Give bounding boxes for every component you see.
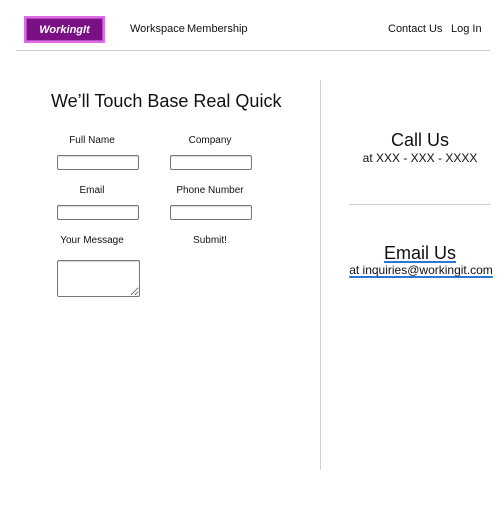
message-textarea[interactable] [57,260,140,297]
email-address-link[interactable]: at inquiries@workingit.com [346,263,496,277]
phone-number-label: Phone Number [176,185,244,196]
email-input[interactable] [57,205,139,220]
nav-contact-us-link[interactable]: Contact Us [388,23,442,35]
phone-number-input[interactable] [170,205,252,220]
info-divider [349,204,490,205]
email-label: Email [79,185,105,196]
nav-workspace-link[interactable]: Workspace [130,23,185,35]
contact-page: WorkingIt Workspace Membership Contact U… [0,0,503,506]
your-message-label: Your Message [60,235,124,246]
company-label: Company [188,135,232,146]
full-name-input[interactable] [57,155,139,170]
email-us-heading[interactable]: Email Us [340,243,500,264]
submit-button[interactable]: Submit! [160,235,260,246]
brand-logo-text: WorkingIt [39,23,90,36]
full-name-label: Full Name [69,135,115,146]
nav-membership-link[interactable]: Membership [187,23,248,35]
call-us-heading: Call Us [390,130,449,150]
section-divider [320,80,321,470]
nav-log-in-link[interactable]: Log In [451,23,482,35]
company-input[interactable] [170,155,252,170]
header-divider [16,50,490,51]
brand-logo[interactable]: WorkingIt [24,16,105,43]
form-title: We’ll Touch Base Real Quick [51,91,282,111]
call-us-number: at XXX - XXX - XXXX [362,151,478,165]
